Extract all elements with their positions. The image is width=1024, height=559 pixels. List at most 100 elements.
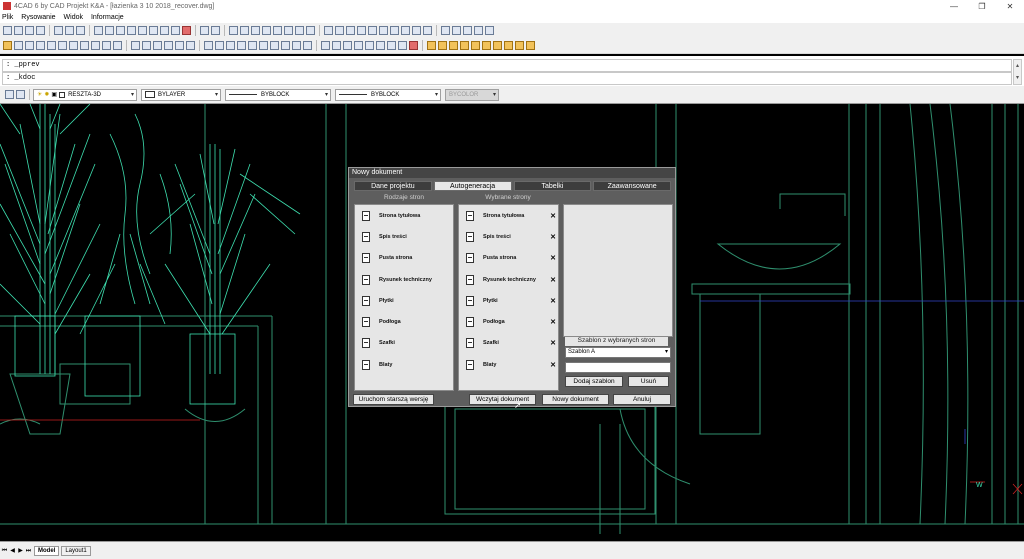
layers-icon[interactable] bbox=[452, 26, 461, 35]
trim-icon[interactable] bbox=[398, 41, 407, 50]
tab-model[interactable]: Model bbox=[34, 545, 60, 556]
view-left-icon[interactable] bbox=[346, 26, 355, 35]
link-icon[interactable] bbox=[149, 26, 158, 35]
list-item[interactable]: Spis treści ✕ bbox=[459, 226, 558, 247]
list-item[interactable]: Rysunek techniczny bbox=[355, 269, 453, 290]
snap-perpendicular-icon[interactable] bbox=[493, 41, 502, 50]
zoom-realtime-icon[interactable] bbox=[240, 26, 249, 35]
zoom-previous-icon[interactable] bbox=[295, 26, 304, 35]
list-item[interactable]: Rysunek techniczny ✕ bbox=[459, 269, 558, 290]
menu-rysowanie[interactable]: Rysowanie bbox=[21, 14, 55, 21]
print-icon[interactable] bbox=[36, 26, 45, 35]
list-item[interactable]: Strona tytułowa ✕ bbox=[459, 205, 558, 226]
layer-unlock-icon[interactable] bbox=[69, 41, 78, 50]
snap-intersection-icon[interactable] bbox=[482, 41, 491, 50]
layer-off-icon[interactable] bbox=[36, 41, 45, 50]
match-properties-icon[interactable] bbox=[94, 26, 103, 35]
remove-template-button[interactable]: Usuń bbox=[628, 376, 669, 387]
undo-icon[interactable] bbox=[200, 26, 209, 35]
snap-center-icon[interactable] bbox=[449, 41, 458, 50]
zoom-window-icon[interactable] bbox=[251, 26, 260, 35]
list-item[interactable]: Strona tytułowa bbox=[355, 205, 453, 226]
tab-layout1[interactable]: Layout1 bbox=[61, 545, 91, 556]
block-icon[interactable] bbox=[105, 26, 114, 35]
remove-icon[interactable]: ✕ bbox=[550, 254, 556, 262]
list-item[interactable]: Blaty bbox=[355, 354, 453, 375]
mtext-icon[interactable] bbox=[186, 41, 195, 50]
layer-previous-icon[interactable] bbox=[14, 41, 23, 50]
list-item[interactable]: Spis treści bbox=[355, 226, 453, 247]
list-item[interactable]: Pusta strona bbox=[355, 248, 453, 269]
properties-icon[interactable] bbox=[441, 26, 450, 35]
snap-tangent-icon[interactable] bbox=[504, 41, 513, 50]
intersect-icon[interactable] bbox=[292, 41, 301, 50]
rectangle-icon[interactable] bbox=[160, 26, 169, 35]
save-icon[interactable] bbox=[25, 26, 34, 35]
menu-widok[interactable]: Widok bbox=[64, 14, 83, 21]
view-bottom-icon[interactable] bbox=[335, 26, 344, 35]
color-select[interactable]: BYLAYER ▾ bbox=[141, 88, 221, 101]
boundary-icon[interactable] bbox=[153, 41, 162, 50]
command-scrollbar[interactable]: ▴ ▾ bbox=[1013, 59, 1022, 85]
tab-dane-projektu[interactable]: Dane projektu bbox=[354, 181, 432, 191]
remove-icon[interactable]: ✕ bbox=[550, 233, 556, 241]
layer-isolate-icon[interactable] bbox=[25, 41, 34, 50]
extrude-icon[interactable] bbox=[248, 41, 257, 50]
polyline-icon[interactable] bbox=[354, 41, 363, 50]
add-template-button[interactable]: Dodaj szablon bbox=[565, 376, 623, 387]
circle-icon[interactable] bbox=[332, 41, 341, 50]
tab-autogeneracja[interactable]: Autogeneracja bbox=[433, 181, 512, 191]
table-icon[interactable] bbox=[138, 26, 147, 35]
region-icon[interactable] bbox=[164, 41, 173, 50]
pencil-icon[interactable] bbox=[171, 26, 180, 35]
remove-icon[interactable]: ✕ bbox=[550, 297, 556, 305]
layer-freeze-icon[interactable] bbox=[47, 41, 56, 50]
scale-icon[interactable] bbox=[387, 41, 396, 50]
subtract-icon[interactable] bbox=[281, 41, 290, 50]
list-item[interactable]: Podłoga bbox=[355, 311, 453, 332]
snap-quadrant-icon[interactable] bbox=[471, 41, 480, 50]
list-item[interactable]: Podłoga ✕ bbox=[459, 311, 558, 332]
layer-walk-icon[interactable] bbox=[91, 41, 100, 50]
arc-icon[interactable] bbox=[343, 41, 352, 50]
view-iso-nw-icon[interactable] bbox=[423, 26, 432, 35]
list-item[interactable]: Płytki bbox=[355, 290, 453, 311]
move-icon[interactable] bbox=[365, 41, 374, 50]
open-file-icon[interactable] bbox=[14, 26, 23, 35]
zoom-extents-icon[interactable] bbox=[284, 26, 293, 35]
remove-icon[interactable]: ✕ bbox=[550, 318, 556, 326]
remove-icon[interactable]: ✕ bbox=[550, 276, 556, 284]
copy-icon[interactable] bbox=[65, 26, 74, 35]
line-icon[interactable] bbox=[321, 41, 330, 50]
cut-icon[interactable] bbox=[54, 26, 63, 35]
gradient-icon[interactable] bbox=[142, 41, 151, 50]
new-document-button[interactable]: Nowy dokument bbox=[542, 394, 609, 405]
command-input[interactable]: : _kdoc bbox=[2, 72, 1012, 85]
close-window-button[interactable]: ✕ bbox=[996, 2, 1024, 11]
snap-node-icon[interactable] bbox=[460, 41, 469, 50]
regen-icon[interactable] bbox=[306, 26, 315, 35]
revolve-icon[interactable] bbox=[259, 41, 268, 50]
layer-lock-icon[interactable] bbox=[58, 41, 67, 50]
view-right-icon[interactable] bbox=[357, 26, 366, 35]
pan-icon[interactable] bbox=[229, 26, 238, 35]
layer-properties-icon[interactable] bbox=[5, 90, 14, 99]
paste-icon[interactable] bbox=[76, 26, 85, 35]
prev-tab-icon[interactable]: ◀ bbox=[9, 547, 16, 555]
cylinder-3d-icon[interactable] bbox=[226, 41, 235, 50]
box-3d-icon[interactable] bbox=[215, 41, 224, 50]
first-tab-icon[interactable]: ⏮ bbox=[1, 547, 8, 555]
help-icon[interactable] bbox=[485, 26, 494, 35]
layer-select[interactable]: ☀ ✹ ▣ RESZTA-3D ▾ bbox=[33, 88, 137, 101]
layer-manager-icon[interactable] bbox=[3, 41, 12, 50]
minimize-button[interactable]: — bbox=[940, 2, 968, 11]
menu-plik[interactable]: Plik bbox=[2, 14, 13, 21]
list-item[interactable]: Blaty ✕ bbox=[459, 354, 558, 375]
template-name-input[interactable] bbox=[565, 362, 671, 373]
list-item[interactable]: Szafki bbox=[355, 333, 453, 354]
make-current-layer-icon[interactable] bbox=[16, 90, 25, 99]
snap-nearest-icon[interactable] bbox=[515, 41, 524, 50]
list-item[interactable]: Płytki ✕ bbox=[459, 290, 558, 311]
hatch-icon[interactable] bbox=[131, 41, 140, 50]
tab-tabelki[interactable]: Tabelki bbox=[513, 181, 592, 191]
